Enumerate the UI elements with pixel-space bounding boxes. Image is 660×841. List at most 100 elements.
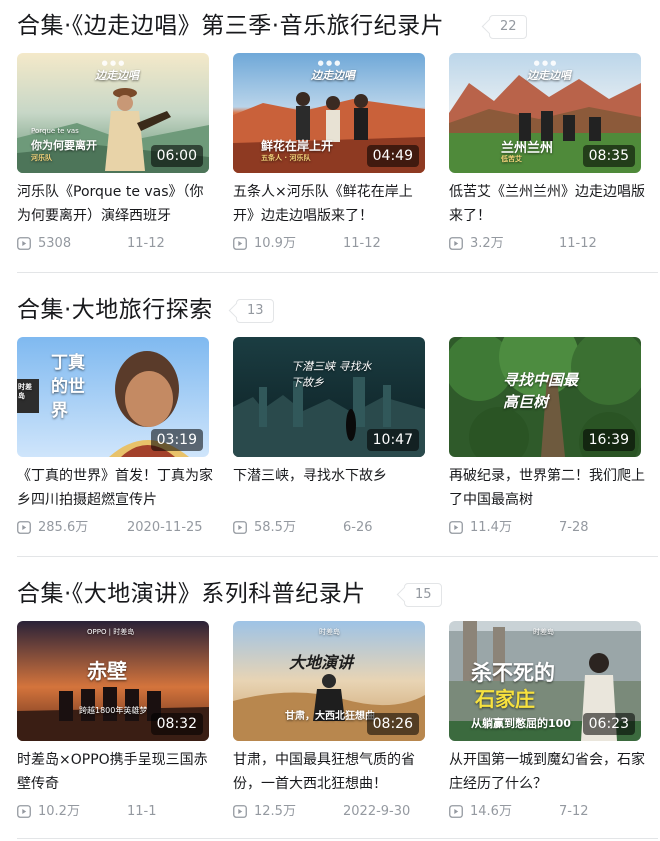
- view-count: 3.2万: [470, 236, 504, 251]
- video-stats: 5308 11-12: [17, 234, 227, 254]
- view-count: 12.5万: [254, 804, 296, 819]
- video-stats: 12.5万 2022-9-30: [233, 802, 443, 822]
- brand-logos: ● ● ●: [317, 59, 341, 67]
- count-badge: 15: [404, 583, 442, 607]
- view-count: 285.6万: [38, 520, 89, 535]
- video-stats: 285.6万 2020-11-25: [17, 518, 227, 538]
- video-duration: 10:47: [366, 429, 419, 451]
- overlay-top: Porque te vas: [31, 127, 79, 135]
- video-title[interactable]: 下潜三峡，寻找水下故乡: [233, 464, 429, 488]
- video-duration: 08:35: [582, 145, 635, 167]
- section-divider: [17, 838, 658, 839]
- video-title[interactable]: 时差岛×OPPO携手呈现三国赤壁传奇: [17, 748, 213, 796]
- overlay-logo: OPPO | 时差岛: [87, 628, 135, 636]
- video-duration: 04:49: [366, 145, 419, 167]
- collection-section-1: 合集·《边走边唱》第三季·音乐旅行纪录片 22 ● ● ● 边走边唱 Porqu…: [0, 11, 660, 273]
- play-count-icon: [449, 237, 463, 250]
- publish-date: 7-12: [559, 804, 589, 819]
- video-thumbnail[interactable]: ● ● ● 边走边唱 Porque te vas 你为何要离开 河乐队 06:0…: [17, 53, 209, 173]
- play-count-icon: [233, 521, 247, 534]
- overlay-subtitle: 甘肃，大西北狂想曲: [285, 711, 375, 722]
- collection-section-2: 合集·大地旅行探索 13 时差岛 丁真的世界 03:19 《丁真的世界》首发！丁…: [0, 295, 660, 557]
- section-divider: [17, 556, 658, 557]
- view-count: 10.9万: [254, 236, 296, 251]
- video-thumbnail[interactable]: ● ● ● 边走边唱 兰州兰州 低苦艾 08:35: [449, 53, 641, 173]
- brand-logos: ● ● ●: [101, 59, 125, 67]
- overlay-subtitle: 低苦艾: [501, 155, 522, 163]
- video-thumbnail[interactable]: 寻找中国最高巨树 16:39: [449, 337, 641, 457]
- overlay-title: 鲜花在岸上开: [261, 139, 334, 153]
- section-divider: [17, 272, 658, 273]
- overlay-subtitle: 跨越1800年英雄梦: [79, 706, 148, 715]
- view-count: 10.2万: [38, 804, 80, 819]
- section-title[interactable]: 合集·大地旅行探索: [17, 295, 213, 325]
- view-count: 11.4万: [470, 520, 512, 535]
- overlay-logo: 边走边唱: [311, 69, 355, 82]
- video-title[interactable]: 《丁真的世界》首发！丁真为家乡四川拍摄超燃宣传片: [17, 464, 213, 512]
- overlay-title: 下潜三峡 寻找水下故乡: [291, 360, 372, 389]
- video-thumbnail[interactable]: ● ● ● 边走边唱 鲜花在岸上开 五条人 · 河乐队 04:49: [233, 53, 425, 173]
- publish-date: 11-12: [343, 236, 381, 251]
- section-title[interactable]: 合集·《大地演讲》系列科普纪录片: [17, 579, 366, 609]
- video-stats: 14.6万 7-12: [449, 802, 659, 822]
- view-count: 5308: [38, 236, 72, 251]
- overlay-title-2: 石家庄: [475, 687, 535, 711]
- video-stats: 3.2万 11-12: [449, 234, 659, 254]
- play-count-icon: [449, 805, 463, 818]
- video-title[interactable]: 甘肃，中国最具狂想气质的省份，一首大西北狂想曲！: [233, 748, 429, 796]
- overlay-title: 大地演讲: [289, 653, 354, 672]
- overlay-title: 赤壁: [87, 659, 127, 683]
- collection-section-3: 合集·《大地演讲》系列科普纪录片 15 OPPO | 时差岛 赤壁 跨越1800…: [0, 579, 660, 841]
- count-badge: 13: [236, 299, 274, 323]
- video-title[interactable]: 从开国第一城到魔幻省会，石家庄经历了什么？: [449, 748, 645, 796]
- video-duration: 16:39: [582, 429, 635, 451]
- play-count-icon: [17, 237, 31, 250]
- overlay-logo: 边走边唱: [95, 69, 139, 82]
- overlay-subtitle: 河乐队: [31, 154, 52, 162]
- view-count: 14.6万: [470, 804, 512, 819]
- video-thumbnail[interactable]: 时差岛 丁真的世界 03:19: [17, 337, 209, 457]
- overlay-badge: 时差岛: [18, 383, 32, 400]
- play-count-icon: [233, 805, 247, 818]
- video-thumbnail[interactable]: OPPO | 时差岛 赤壁 跨越1800年英雄梦 08:32: [17, 621, 209, 741]
- overlay-logo: 边走边唱: [527, 69, 571, 82]
- overlay-title: 寻找中国最高巨树: [503, 371, 579, 411]
- video-thumbnail[interactable]: 时差岛 大地演讲 甘肃，大西北狂想曲 08:26: [233, 621, 425, 741]
- brand-logos: ● ● ●: [533, 59, 557, 67]
- publish-date: 2022-9-30: [343, 804, 411, 819]
- overlay-subtitle: 从躺赢到憋屈的100: [471, 717, 571, 730]
- video-duration: 06:00: [150, 145, 203, 167]
- video-stats: 58.5万 6-26: [233, 518, 443, 538]
- publish-date: 11-12: [127, 236, 165, 251]
- video-duration: 06:23: [582, 713, 635, 735]
- publish-date: 7-28: [559, 520, 589, 535]
- play-count-icon: [233, 237, 247, 250]
- video-stats: 11.4万 7-28: [449, 518, 659, 538]
- view-count: 58.5万: [254, 520, 296, 535]
- publish-date: 11-12: [559, 236, 597, 251]
- video-stats: 10.9万 11-12: [233, 234, 443, 254]
- video-title[interactable]: 五条人×河乐队《鲜花在岸上开》边走边唱版来了！: [233, 180, 429, 228]
- video-stats: 10.2万 11-1: [17, 802, 227, 822]
- play-count-icon: [17, 521, 31, 534]
- count-badge: 22: [489, 15, 527, 39]
- overlay-title: 丁真的世界: [51, 353, 85, 421]
- overlay-logo: 时差岛: [319, 628, 340, 636]
- overlay-logo: 时差岛: [533, 628, 554, 636]
- video-thumbnail[interactable]: 时差岛 杀不死的 石家庄 从躺赢到憋屈的100 06:23: [449, 621, 641, 741]
- publish-date: 11-1: [127, 804, 157, 819]
- video-duration: 03:19: [150, 429, 203, 451]
- video-title[interactable]: 再破纪录，世界第二！我们爬上了中国最高树: [449, 464, 645, 512]
- play-count-icon: [17, 805, 31, 818]
- play-count-icon: [449, 521, 463, 534]
- publish-date: 2020-11-25: [127, 520, 203, 535]
- video-title[interactable]: 河乐队《Porque te vas》（你为何要离开）演绎西班牙: [17, 180, 213, 228]
- video-duration: 08:26: [366, 713, 419, 735]
- publish-date: 6-26: [343, 520, 373, 535]
- overlay-title: 你为何要离开: [31, 139, 97, 152]
- video-thumbnail[interactable]: 下潜三峡 寻找水下故乡 10:47: [233, 337, 425, 457]
- section-title[interactable]: 合集·《边走边唱》第三季·音乐旅行纪录片: [17, 11, 444, 41]
- overlay-subtitle: 五条人 · 河乐队: [261, 154, 311, 162]
- video-title[interactable]: 低苦艾《兰州兰州》边走边唱版来了！: [449, 180, 645, 228]
- video-duration: 08:32: [150, 713, 203, 735]
